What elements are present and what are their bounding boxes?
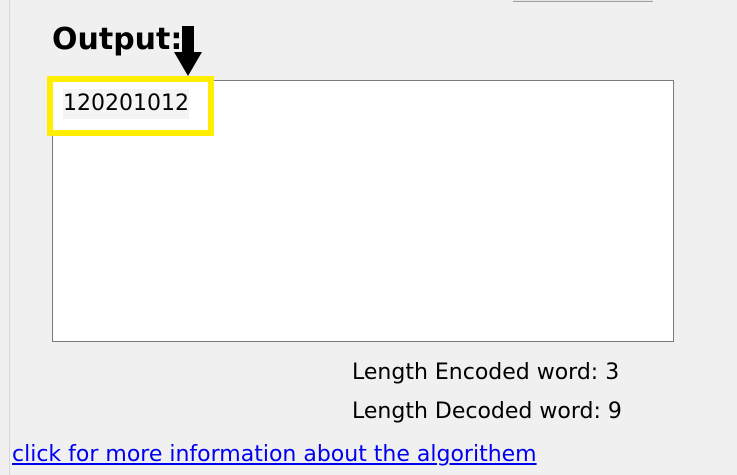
decoded-length-stat: Length Decoded word: 9 bbox=[352, 398, 622, 426]
encoded-length-value: 3 bbox=[605, 360, 620, 385]
top-control-edge[interactable] bbox=[513, 0, 653, 2]
window-left-border bbox=[9, 0, 10, 475]
down-arrow-icon bbox=[174, 26, 202, 76]
encoded-length-label: Length Encoded word: bbox=[352, 360, 599, 385]
encoded-length-stat: Length Encoded word: 3 bbox=[352, 359, 619, 387]
decoded-length-label: Length Decoded word: bbox=[352, 399, 601, 424]
output-heading: Output: bbox=[52, 22, 183, 57]
decoded-length-value: 9 bbox=[607, 399, 622, 424]
highlight-annotation-box bbox=[47, 76, 214, 136]
algorithm-info-link[interactable]: click for more information about the alg… bbox=[12, 441, 537, 469]
